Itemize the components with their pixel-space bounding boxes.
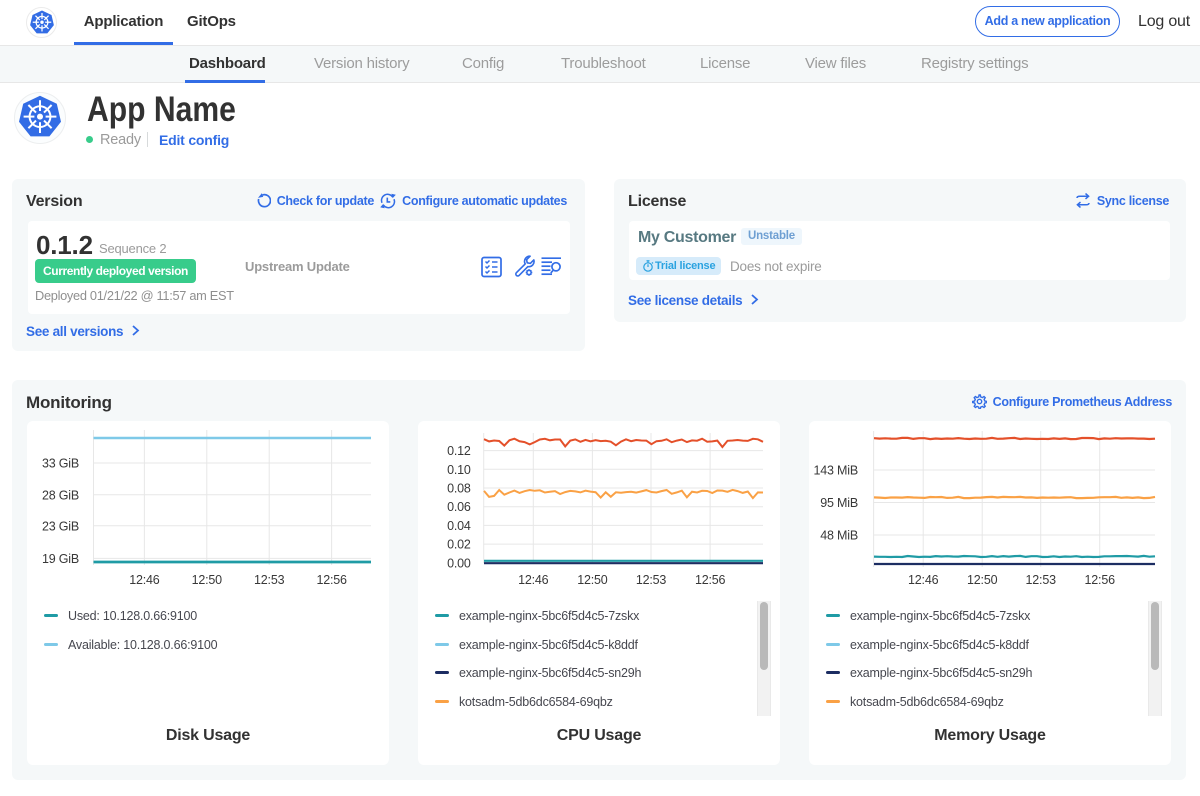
svg-text:0.00: 0.00	[447, 556, 471, 570]
svg-text:12:50: 12:50	[577, 573, 608, 587]
svg-text:12:56: 12:56	[695, 573, 726, 587]
svg-text:12:46: 12:46	[518, 573, 549, 587]
svg-text:12:56: 12:56	[316, 573, 347, 587]
svg-text:12:50: 12:50	[967, 573, 998, 587]
svg-text:12:53: 12:53	[1026, 573, 1057, 587]
svg-text:12:46: 12:46	[129, 573, 160, 587]
svg-text:95 MiB: 95 MiB	[820, 496, 858, 510]
svg-text:48 MiB: 48 MiB	[820, 529, 858, 543]
svg-text:12:50: 12:50	[192, 573, 223, 587]
svg-text:12:46: 12:46	[908, 573, 939, 587]
svg-text:143 MiB: 143 MiB	[814, 464, 858, 478]
svg-text:0.12: 0.12	[447, 444, 471, 458]
svg-text:0.08: 0.08	[447, 482, 471, 496]
svg-text:12:53: 12:53	[254, 573, 285, 587]
svg-text:0.04: 0.04	[447, 519, 471, 533]
svg-text:0.10: 0.10	[447, 463, 471, 477]
svg-text:28 GiB: 28 GiB	[42, 488, 79, 502]
svg-text:12:53: 12:53	[636, 573, 667, 587]
svg-text:23 GiB: 23 GiB	[42, 519, 79, 533]
svg-text:33 GiB: 33 GiB	[42, 457, 79, 471]
svg-text:0.02: 0.02	[447, 538, 471, 552]
svg-text:0.06: 0.06	[447, 500, 471, 514]
svg-text:12:56: 12:56	[1085, 573, 1116, 587]
svg-text:19 GiB: 19 GiB	[42, 552, 79, 566]
